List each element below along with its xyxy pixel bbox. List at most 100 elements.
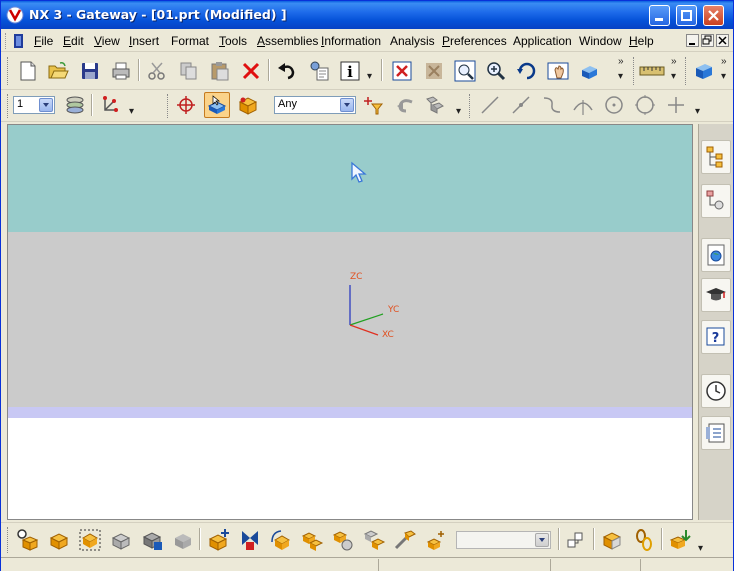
chevron-down-icon[interactable]	[39, 98, 53, 112]
minimize-button[interactable]	[649, 5, 670, 26]
toolbar-grip[interactable]	[7, 527, 10, 553]
toolbar-more-chevron[interactable]: »	[618, 56, 624, 67]
toolbar-options-arrow[interactable]: ▾	[698, 543, 703, 554]
web-browser-tab[interactable]	[701, 238, 731, 272]
mate-component-button[interactable]	[237, 527, 263, 553]
cut-button[interactable]	[144, 58, 170, 84]
zoom-window-button[interactable]	[452, 58, 478, 84]
open-component-button[interactable]	[46, 527, 72, 553]
training-tab[interactable]	[701, 278, 731, 312]
toolbar-options-arrow[interactable]: ▾	[367, 71, 372, 82]
add-component-button[interactable]	[206, 527, 232, 553]
menu-insert[interactable]: Insert	[129, 34, 159, 48]
menu-analysis[interactable]: Analysis	[390, 34, 435, 48]
plus-button[interactable]	[663, 92, 689, 118]
paste-button[interactable]	[207, 58, 233, 84]
toolbar-grip[interactable]	[7, 94, 10, 118]
replace-component-button[interactable]	[299, 527, 325, 553]
menu-edit[interactable]: Edit	[63, 34, 84, 48]
toolbar-options-arrow[interactable]: ▾	[671, 71, 676, 82]
select-by-point-button[interactable]	[173, 92, 199, 118]
menu-view[interactable]: View	[94, 34, 120, 48]
select-body-button[interactable]	[235, 92, 261, 118]
toolbar-grip[interactable]	[469, 94, 472, 118]
rotate-button[interactable]	[514, 58, 540, 84]
help-tab[interactable]: ?	[701, 320, 731, 354]
menu-application[interactable]: Application	[513, 34, 572, 48]
sequence-button[interactable]	[563, 527, 589, 553]
toolbar-grip[interactable]	[167, 94, 170, 118]
toolbar-grip[interactable]	[633, 57, 636, 85]
component-properties-button[interactable]	[139, 527, 165, 553]
regenerate-button[interactable]	[421, 58, 447, 84]
maximize-button[interactable]	[676, 5, 697, 26]
display-mode-button[interactable]	[691, 58, 717, 84]
graphics-window[interactable]: ZC YC XC	[7, 124, 693, 520]
document-icon[interactable]	[11, 33, 27, 49]
assembly-navigator-tab[interactable]	[701, 140, 731, 174]
menu-preferences[interactable]: Preferences	[442, 34, 507, 48]
insert-down-button[interactable]	[667, 527, 693, 553]
chevron-down-icon[interactable]	[535, 533, 549, 547]
save-button[interactable]	[77, 58, 103, 84]
undo-button[interactable]	[274, 58, 300, 84]
menu-help[interactable]: Help	[629, 34, 654, 48]
delete-button[interactable]	[238, 58, 264, 84]
selection-filter-combo[interactable]: Any	[274, 96, 356, 114]
close-button[interactable]	[703, 5, 724, 26]
doc-minimize-button[interactable]	[686, 34, 699, 47]
measure-button[interactable]	[639, 58, 665, 84]
deformable-button[interactable]	[392, 527, 418, 553]
object-properties-button[interactable]	[306, 58, 332, 84]
history-tab[interactable]	[701, 374, 731, 408]
menu-format[interactable]: Format	[171, 34, 209, 48]
menu-information[interactable]: Information	[321, 34, 381, 48]
nx-app-icon[interactable]	[6, 6, 24, 24]
wcs-triad[interactable]: ZC YC XC	[338, 265, 418, 345]
toolbar-grip[interactable]	[7, 57, 10, 85]
layer-settings-button[interactable]	[62, 92, 88, 118]
toolbar-options-arrow[interactable]: ▾	[695, 106, 700, 117]
reposition-component-button[interactable]	[268, 527, 294, 553]
arc-button[interactable]	[570, 92, 596, 118]
toolbar-grip[interactable]	[685, 57, 688, 85]
toolbar-more-chevron[interactable]: »	[721, 56, 727, 67]
toolbar-options-arrow[interactable]: ▾	[129, 106, 134, 117]
menu-tools[interactable]: Tools	[219, 34, 247, 48]
line-through-point-button[interactable]	[508, 92, 534, 118]
fit-button[interactable]	[389, 58, 415, 84]
hide-component-button[interactable]	[170, 527, 196, 553]
menu-assemblies[interactable]: Assemblies	[257, 34, 318, 48]
toolbar-options-arrow[interactable]: ▾	[456, 106, 461, 117]
chevron-down-icon[interactable]	[340, 98, 354, 112]
doc-restore-button[interactable]	[701, 34, 714, 47]
show-only-button[interactable]	[108, 527, 134, 553]
toolbar-options-arrow[interactable]: ▾	[618, 71, 623, 82]
menu-file[interactable]: File	[34, 34, 53, 48]
doc-close-button[interactable]	[716, 34, 729, 47]
toolbar-more-chevron[interactable]: »	[671, 56, 677, 67]
snap-options-button[interactable]	[422, 92, 448, 118]
wcs-button[interactable]	[97, 92, 123, 118]
link-button[interactable]	[631, 527, 657, 553]
snap-filter-button[interactable]	[362, 92, 388, 118]
copy-button[interactable]	[176, 58, 202, 84]
menu-grip[interactable]	[5, 33, 8, 49]
menu-window[interactable]: Window	[579, 34, 622, 48]
line-button[interactable]	[477, 92, 503, 118]
part-navigator-tab[interactable]	[701, 184, 731, 218]
information-button[interactable]: i	[337, 58, 363, 84]
open-button[interactable]	[45, 58, 71, 84]
select-component-button[interactable]	[77, 527, 103, 553]
pan-button[interactable]	[545, 58, 571, 84]
title-bar[interactable]: NX 3 - Gateway - [01.prt (Modified) ]	[1, 1, 733, 29]
component-selection-combo[interactable]	[456, 531, 551, 549]
work-layer-combo[interactable]: 1	[13, 96, 55, 114]
point-button[interactable]	[601, 92, 627, 118]
zoom-button[interactable]	[483, 58, 509, 84]
circle-button[interactable]	[632, 92, 658, 118]
find-component-button[interactable]	[15, 527, 41, 553]
toolbar-options-arrow[interactable]: ▾	[721, 71, 726, 82]
wave-link-button[interactable]	[361, 527, 387, 553]
assembly-constraints-button[interactable]	[599, 527, 625, 553]
